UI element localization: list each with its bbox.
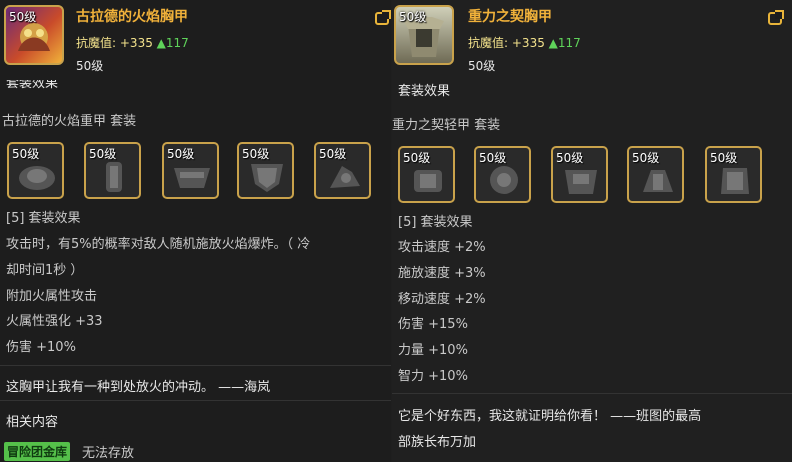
set-slot-2[interactable]: 50级	[84, 142, 141, 199]
set-slot-3[interactable]: 50级	[162, 142, 219, 199]
related-content-label: 相关内容	[6, 415, 59, 430]
set-effect-title: 套装效果	[398, 84, 451, 99]
flavor-quote-line-2: 部族长布万加	[398, 435, 477, 450]
item-level-badge: 50级	[9, 10, 37, 24]
effect-line-6: 智力 +10%	[398, 369, 468, 384]
effect-line-3: 移动速度 +2%	[398, 292, 486, 307]
item-title: 古拉德的火焰胸甲	[76, 9, 188, 25]
divider	[392, 393, 792, 394]
effect-line-4: 伤害 +15%	[398, 317, 468, 332]
item-title: 重力之契胸甲	[468, 9, 552, 25]
set-slot-3[interactable]: 50级	[551, 146, 608, 203]
effect-line-5: 伤害 +10%	[6, 340, 76, 355]
set-slot-2[interactable]: 50级	[474, 146, 531, 203]
effect-header: [5] 套装效果	[6, 211, 81, 226]
set-slot-1[interactable]: 50级	[398, 146, 455, 203]
effect-line-2: 施放速度 +3%	[398, 266, 486, 281]
set-slot-1[interactable]: 50级	[7, 142, 64, 199]
divider	[0, 400, 391, 401]
item-level: 50级	[76, 59, 104, 73]
set-name: 重力之契轻甲 套装	[392, 118, 501, 133]
set-name: 古拉德的火焰重甲 套装	[2, 114, 137, 129]
set-slot-5[interactable]: 50级	[705, 146, 762, 203]
effect-line-5: 力量 +10%	[398, 343, 468, 358]
item-level-badge: 50级	[399, 10, 427, 24]
set-slot-4[interactable]: 50级	[627, 146, 684, 203]
flavor-quote: 这胸甲让我有一种到处放火的冲动。 ——海岚	[6, 380, 271, 395]
magic-resist-stat: 抗魔值: +335 ▲117	[468, 36, 581, 50]
effect-line-3: 附加火属性攻击	[6, 289, 98, 304]
adventure-storage-badge: 冒险团金库	[4, 442, 71, 461]
storage-status: 无法存放	[82, 446, 135, 461]
gravity-chest-armor-icon[interactable]: 50级	[394, 5, 454, 65]
share-icon[interactable]	[375, 10, 391, 25]
effect-line-1: 攻击时，有5%的概率对敌人随机施放火焰爆炸。（ 冷	[6, 237, 311, 252]
effect-line-2: 却时间1秒 ）	[6, 263, 84, 278]
flavor-quote-line-1: 它是个好东西，我这就证明给你看！ ——班图的最高	[398, 409, 702, 424]
item-level: 50级	[468, 59, 496, 73]
set-slot-4[interactable]: 50级	[237, 142, 294, 199]
set-slot-5[interactable]: 50级	[314, 142, 371, 199]
divider	[0, 365, 391, 366]
fire-chest-armor-icon[interactable]: 50级	[4, 5, 64, 65]
effect-line-1: 攻击速度 +2%	[398, 240, 486, 255]
share-icon[interactable]	[768, 10, 784, 25]
left-item-tooltip: 50级 古拉德的火焰胸甲 抗魔值: +335 ▲117 50级 套装效果 古拉德…	[0, 0, 391, 462]
right-item-tooltip: 50级 重力之契胸甲 抗魔值: +335 ▲117 50级 套装效果 重力之契轻…	[392, 0, 792, 462]
effect-header: [5] 套装效果	[398, 215, 473, 230]
set-effect-title: 套装效果	[6, 76, 59, 91]
effect-line-4: 火属性强化 +33	[6, 314, 103, 329]
magic-resist-stat: 抗魔值: +335 ▲117	[76, 36, 189, 50]
